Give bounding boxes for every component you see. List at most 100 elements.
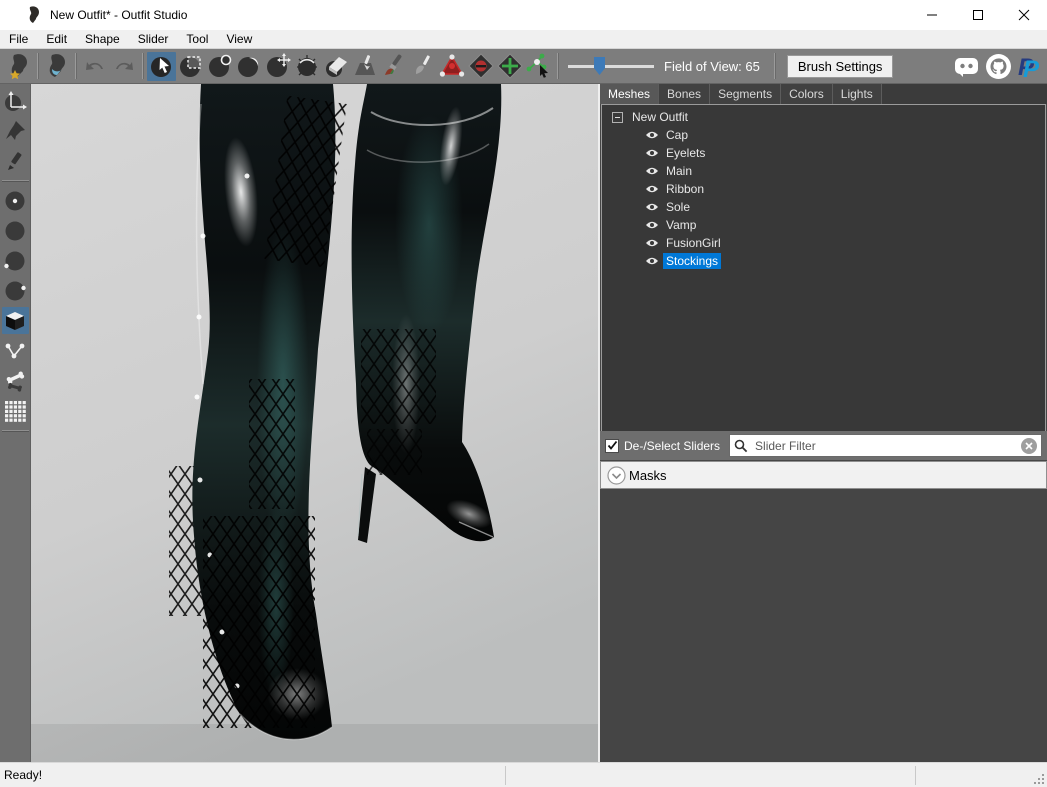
toolbar-separator — [75, 53, 76, 79]
masks-pane-header[interactable]: Masks — [600, 461, 1047, 489]
new-project-button[interactable] — [4, 52, 33, 81]
perspective-cube-icon — [3, 309, 27, 333]
bones-button[interactable] — [2, 367, 29, 394]
tree-item-label[interactable]: FusionGirl — [663, 235, 724, 251]
slider-filter-box[interactable] — [729, 434, 1042, 457]
smooth-brush-button[interactable] — [292, 52, 321, 81]
pivot-pin-icon — [3, 119, 27, 143]
red-diamond-remove-button[interactable] — [466, 52, 495, 81]
clear-filter-icon[interactable] — [1021, 438, 1037, 454]
tree-row-eyelets[interactable]: Eyelets — [602, 144, 1045, 162]
side-toolbar — [0, 84, 31, 762]
smooth-brush-icon — [294, 53, 320, 79]
title-bar: New Outfit* - Outfit Studio — [0, 0, 1047, 30]
menu-slider[interactable]: Slider — [129, 30, 178, 48]
menu-view[interactable]: View — [217, 30, 261, 48]
perspective-cube-button[interactable] — [2, 307, 29, 334]
select-brush-button[interactable] — [147, 52, 176, 81]
viewport-3d[interactable] — [31, 84, 598, 762]
menu-edit[interactable]: Edit — [37, 30, 76, 48]
maximize-button[interactable] — [955, 0, 1001, 30]
mesh-tree[interactable]: New Outfit Cap Eyelets Main Ribbon Sole — [601, 104, 1046, 448]
vertex-connect-button[interactable] — [2, 337, 29, 364]
deflate-brush-button[interactable] — [234, 52, 263, 81]
boots-render — [31, 84, 598, 762]
load-project-button[interactable] — [42, 52, 71, 81]
tab-lights[interactable]: Lights — [833, 84, 882, 104]
brush-dot-right-button[interactable] — [2, 277, 29, 304]
tree-row-stockings[interactable]: Stockings — [602, 252, 1045, 270]
deselect-sliders-label[interactable]: De-/Select Sliders — [624, 439, 720, 453]
tree-item-label[interactable]: Ribbon — [663, 181, 707, 197]
chevron-down-icon[interactable] — [607, 466, 626, 485]
deselect-sliders-checkbox[interactable] — [605, 439, 619, 453]
tree-item-label-selected[interactable]: Stockings — [663, 253, 721, 269]
tree-row-cap[interactable]: Cap — [602, 126, 1045, 144]
paypal-icon[interactable]: P P — [1017, 53, 1039, 80]
redo-icon — [111, 53, 137, 79]
brush-dot-left-button[interactable] — [2, 247, 29, 274]
eye-icon[interactable] — [645, 184, 659, 194]
redo-button[interactable] — [109, 52, 138, 81]
eye-icon[interactable] — [645, 256, 659, 266]
tree-root-label[interactable]: New Outfit — [629, 109, 691, 125]
tree-item-label[interactable]: Main — [663, 163, 695, 179]
resize-grip[interactable] — [1033, 773, 1046, 786]
eye-icon[interactable] — [645, 148, 659, 158]
transform-tool-button[interactable] — [2, 87, 29, 114]
tab-segments[interactable]: Segments — [710, 84, 781, 104]
tab-meshes[interactable]: Meshes — [600, 84, 659, 104]
sliders-empty-panel — [600, 489, 1047, 762]
tree-item-label[interactable]: Sole — [663, 199, 693, 215]
github-icon[interactable] — [985, 53, 1012, 80]
inflate-brush-button[interactable] — [205, 52, 234, 81]
grid-button[interactable] — [2, 397, 29, 424]
close-button[interactable] — [1001, 0, 1047, 30]
brush-settings-button[interactable]: Brush Settings — [787, 55, 894, 78]
minimize-button[interactable] — [909, 0, 955, 30]
bone-edit-icon — [526, 53, 552, 79]
weight-brush-button[interactable] — [350, 52, 379, 81]
vertex-edit-button[interactable] — [2, 147, 29, 174]
brush-solid-button[interactable] — [2, 217, 29, 244]
undiff-brush-button[interactable] — [321, 52, 350, 81]
color-brush-button[interactable] — [379, 52, 408, 81]
tree-row-ribbon[interactable]: Ribbon — [602, 180, 1045, 198]
field-of-view-slider[interactable] — [568, 56, 654, 76]
side-toolbar-separator — [2, 430, 29, 431]
deflate-brush-icon — [236, 53, 262, 79]
tree-root-row[interactable]: New Outfit — [602, 108, 1045, 126]
tree-item-label[interactable]: Eyelets — [663, 145, 708, 161]
tab-colors[interactable]: Colors — [781, 84, 833, 104]
eye-icon[interactable] — [645, 166, 659, 176]
eye-icon[interactable] — [645, 238, 659, 248]
menu-tool[interactable]: Tool — [177, 30, 217, 48]
tree-row-sole[interactable]: Sole — [602, 198, 1045, 216]
pivot-pin-button[interactable] — [2, 117, 29, 144]
checkmark-icon — [607, 440, 618, 451]
undo-button[interactable] — [80, 52, 109, 81]
slider-thumb[interactable] — [594, 57, 605, 75]
alpha-brush-button[interactable] — [408, 52, 437, 81]
eye-icon[interactable] — [645, 202, 659, 212]
tree-row-main[interactable]: Main — [602, 162, 1045, 180]
tree-row-vamp[interactable]: Vamp — [602, 216, 1045, 234]
tree-item-label[interactable]: Vamp — [663, 217, 699, 233]
green-diamond-add-button[interactable] — [495, 52, 524, 81]
bone-edit-button[interactable] — [524, 52, 553, 81]
collision-mesh-button[interactable] — [437, 52, 466, 81]
eye-icon[interactable] — [645, 130, 659, 140]
mask-brush-button[interactable] — [176, 52, 205, 81]
menu-shape[interactable]: Shape — [76, 30, 129, 48]
menu-file[interactable]: File — [0, 30, 37, 48]
tree-row-fusiongirl[interactable]: FusionGirl — [602, 234, 1045, 252]
tree-item-label[interactable]: Cap — [663, 127, 691, 143]
discord-icon[interactable] — [953, 53, 980, 80]
tab-bones[interactable]: Bones — [659, 84, 710, 104]
tree-collapse-icon[interactable] — [612, 112, 623, 123]
move-brush-button[interactable] — [263, 52, 292, 81]
eye-icon[interactable] — [645, 220, 659, 230]
masks-pane-label[interactable]: Masks — [629, 468, 667, 483]
brush-center-dot-button[interactable] — [2, 187, 29, 214]
slider-filter-input[interactable] — [753, 438, 1021, 454]
